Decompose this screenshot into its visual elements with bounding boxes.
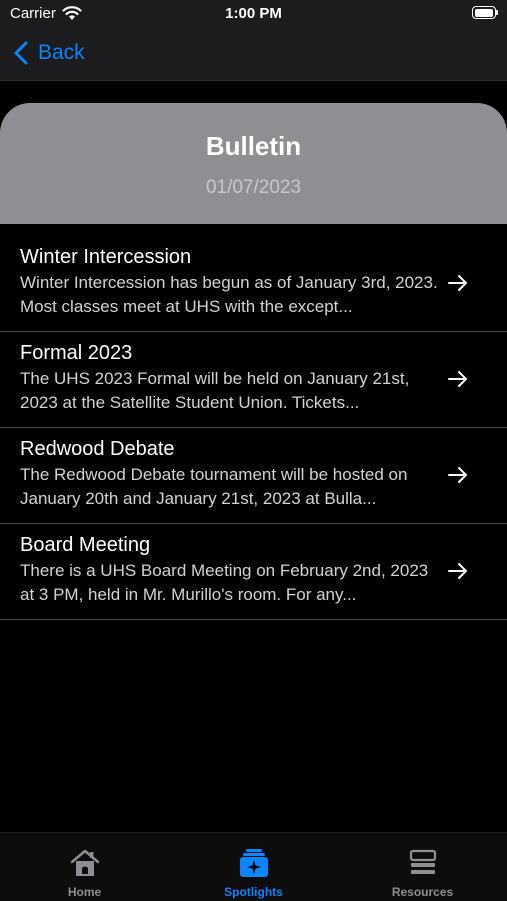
tab-resources[interactable]: Resources xyxy=(338,833,507,901)
bulletin-row[interactable]: Redwood Debate The Redwood Debate tourna… xyxy=(0,428,507,524)
tab-bar: Home Spotlights Resources xyxy=(0,832,507,901)
navigation-bar: Back xyxy=(0,28,507,81)
bulletin-preview: Winter Intercession has begun as of Janu… xyxy=(20,273,438,316)
bulletin-title: Formal 2023 xyxy=(20,342,133,364)
status-bar: Carrier 1:00 PM xyxy=(0,0,507,28)
bulletin-row[interactable]: Board Meeting There is a UHS Board Meeti… xyxy=(0,524,507,620)
page-title: Bulletin xyxy=(205,131,302,161)
resources-icon xyxy=(338,847,507,879)
arrow-right-icon xyxy=(447,370,469,393)
bulletin-list: Winter Intercession Winter Intercession … xyxy=(0,236,507,620)
arrow-right-icon xyxy=(447,466,469,489)
home-icon xyxy=(0,847,169,879)
back-label: Back xyxy=(38,41,85,64)
back-button[interactable]: Back xyxy=(14,38,85,68)
spotlights-icon xyxy=(169,847,338,879)
bulletin-date: 01/07/2023 xyxy=(205,177,302,198)
tab-label: Resources xyxy=(391,885,454,899)
bulletin-preview: There is a UHS Board Meeting on February… xyxy=(20,561,429,604)
chevron-left-icon xyxy=(14,41,28,65)
arrow-right-icon xyxy=(447,562,469,585)
bulletin-header: Bulletin 01/07/2023 xyxy=(0,103,507,224)
bulletin-title: Winter Intercession xyxy=(20,246,192,268)
bulletin-title: Redwood Debate xyxy=(20,438,175,460)
tab-label: Spotlights xyxy=(224,885,283,899)
bulletin-title: Board Meeting xyxy=(20,534,151,556)
battery-icon xyxy=(472,6,498,19)
clock: 1:00 PM xyxy=(225,5,282,22)
arrow-right-icon xyxy=(447,274,469,297)
tab-home[interactable]: Home xyxy=(0,833,169,901)
bulletin-row[interactable]: Winter Intercession Winter Intercession … xyxy=(0,236,507,332)
tab-spotlights[interactable]: Spotlights xyxy=(169,833,338,901)
bulletin-preview: The Redwood Debate tournament will be ho… xyxy=(20,465,408,508)
bulletin-preview: The UHS 2023 Formal will be held on Janu… xyxy=(20,369,410,412)
tab-label: Home xyxy=(67,885,102,899)
bulletin-row[interactable]: Formal 2023 The UHS 2023 Formal will be … xyxy=(0,332,507,428)
